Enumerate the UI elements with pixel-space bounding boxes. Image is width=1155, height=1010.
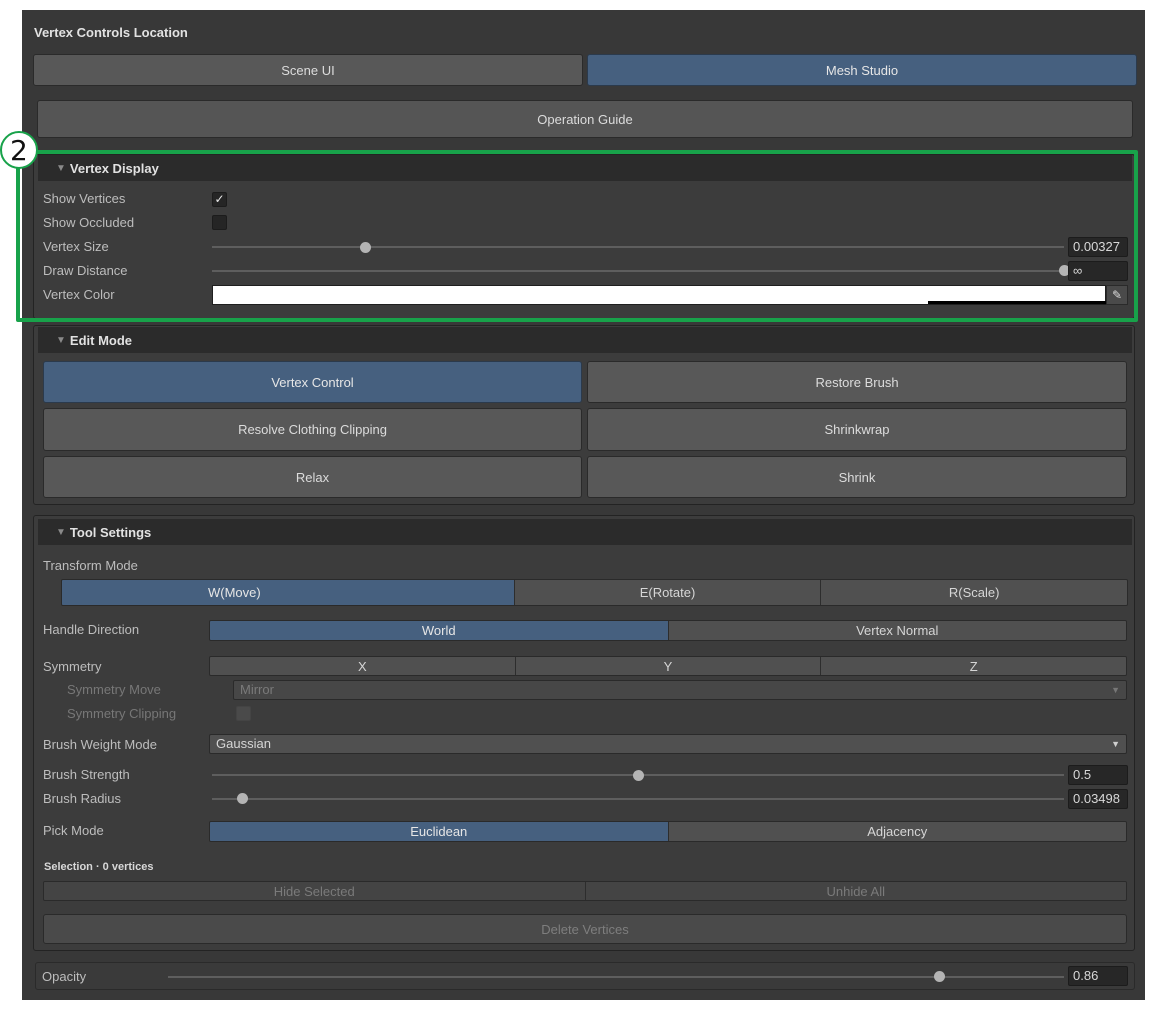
vertex-color-label: Vertex Color bbox=[43, 287, 115, 302]
symmetry-label: Symmetry bbox=[43, 659, 102, 674]
handle-direction-selector: World Vertex Normal bbox=[209, 620, 1127, 641]
vertex-color-field[interactable] bbox=[212, 285, 1106, 305]
tab-scene-ui[interactable]: Scene UI bbox=[33, 54, 583, 86]
handle-vertex-normal-option[interactable]: Vertex Normal bbox=[667, 621, 1126, 640]
show-occluded-checkbox[interactable] bbox=[212, 215, 227, 230]
brush-radius-label: Brush Radius bbox=[43, 791, 122, 806]
shrinkwrap-button[interactable]: Shrinkwrap bbox=[587, 408, 1127, 451]
pick-euclidean-option[interactable]: Euclidean bbox=[210, 822, 668, 841]
vertex-size-field[interactable]: 0.00327 bbox=[1068, 237, 1128, 257]
transform-move-option[interactable]: W(Move) bbox=[62, 580, 514, 605]
dropdown-arrow-icon: ▼ bbox=[1111, 685, 1120, 695]
vertex-size-label: Vertex Size bbox=[43, 239, 109, 254]
edit-mode-header[interactable]: ▼ Edit Mode bbox=[38, 327, 1132, 353]
brush-radius-slider-handle[interactable] bbox=[236, 793, 248, 804]
hide-selected-button[interactable]: Hide Selected bbox=[44, 882, 585, 900]
show-occluded-label: Show Occluded bbox=[43, 215, 135, 230]
handle-direction-label: Handle Direction bbox=[43, 622, 140, 637]
draw-distance-field[interactable]: ∞ bbox=[1068, 261, 1128, 281]
symmetry-move-dropdown[interactable]: Mirror ▼ bbox=[233, 680, 1127, 700]
dropdown-arrow-icon: ▼ bbox=[1111, 739, 1120, 749]
eyedropper-icon[interactable]: ✎ bbox=[1106, 285, 1128, 305]
brush-strength-field[interactable]: 0.5 bbox=[1068, 765, 1128, 785]
symmetry-clipping-label: Symmetry Clipping bbox=[67, 706, 177, 721]
tool-settings-header[interactable]: ▼ Tool Settings bbox=[38, 519, 1132, 545]
draw-distance-label: Draw Distance bbox=[43, 263, 128, 278]
disclosure-triangle-icon: ▼ bbox=[56, 162, 66, 174]
draw-distance-slider-track[interactable] bbox=[212, 270, 1064, 272]
opacity-slider-handle[interactable] bbox=[933, 971, 945, 982]
brush-weight-mode-label: Brush Weight Mode bbox=[43, 737, 157, 752]
brush-radius-slider-track[interactable] bbox=[212, 798, 1064, 800]
brush-strength-label: Brush Strength bbox=[43, 767, 130, 782]
handle-world-option[interactable]: World bbox=[210, 621, 668, 640]
shrink-button[interactable]: Shrink bbox=[587, 456, 1127, 498]
symmetry-selector: X Y Z bbox=[209, 656, 1127, 676]
selection-actions: Hide Selected Unhide All bbox=[43, 881, 1127, 901]
relax-button[interactable]: Relax bbox=[43, 456, 582, 498]
annotation-badge: 2 bbox=[0, 131, 38, 169]
vertex-size-slider-track[interactable] bbox=[212, 246, 1064, 248]
transform-mode-label: Transform Mode bbox=[43, 558, 138, 573]
symmetry-z-option[interactable]: Z bbox=[820, 657, 1126, 675]
brush-weight-mode-dropdown[interactable]: Gaussian ▼ bbox=[209, 734, 1127, 754]
brush-radius-field[interactable]: 0.03498 bbox=[1068, 789, 1128, 809]
resolve-clothing-clipping-button[interactable]: Resolve Clothing Clipping bbox=[43, 408, 582, 451]
disclosure-triangle-icon: ▼ bbox=[56, 526, 66, 538]
delete-vertices-button[interactable]: Delete Vertices bbox=[43, 914, 1127, 944]
opacity-field[interactable]: 0.86 bbox=[1068, 966, 1128, 986]
panel-title: Vertex Controls Location bbox=[34, 25, 188, 40]
disclosure-triangle-icon: ▼ bbox=[56, 334, 66, 346]
selection-count-label: Selection · 0 vertices bbox=[44, 861, 154, 873]
pick-adjacency-option[interactable]: Adjacency bbox=[667, 822, 1126, 841]
symmetry-x-option[interactable]: X bbox=[210, 657, 515, 675]
show-vertices-checkbox[interactable]: ✓ bbox=[212, 192, 227, 207]
show-vertices-label: Show Vertices bbox=[43, 191, 126, 206]
alpha-bar bbox=[928, 301, 1106, 304]
transform-mode-selector: W(Move) E(Rotate) R(Scale) bbox=[61, 579, 1128, 606]
opacity-slider-track[interactable] bbox=[168, 976, 1064, 978]
symmetry-y-option[interactable]: Y bbox=[514, 657, 821, 675]
checkmark-icon: ✓ bbox=[214, 192, 225, 206]
transform-scale-option[interactable]: R(Scale) bbox=[820, 580, 1127, 605]
symmetry-clipping-checkbox[interactable] bbox=[236, 706, 251, 721]
operation-guide-button[interactable]: Operation Guide bbox=[37, 100, 1133, 138]
pick-mode-selector: Euclidean Adjacency bbox=[209, 821, 1127, 842]
opacity-label: Opacity bbox=[42, 969, 87, 984]
unhide-all-button[interactable]: Unhide All bbox=[584, 882, 1126, 900]
vertex-control-button[interactable]: Vertex Control bbox=[43, 361, 582, 403]
tab-mesh-studio[interactable]: Mesh Studio bbox=[587, 54, 1137, 86]
restore-brush-button[interactable]: Restore Brush bbox=[587, 361, 1127, 403]
transform-rotate-option[interactable]: E(Rotate) bbox=[513, 580, 821, 605]
vertex-display-header[interactable]: ▼ Vertex Display bbox=[38, 155, 1132, 181]
symmetry-move-label: Symmetry Move bbox=[67, 682, 161, 697]
brush-strength-slider-handle[interactable] bbox=[633, 770, 644, 781]
pick-mode-label: Pick Mode bbox=[43, 823, 104, 838]
